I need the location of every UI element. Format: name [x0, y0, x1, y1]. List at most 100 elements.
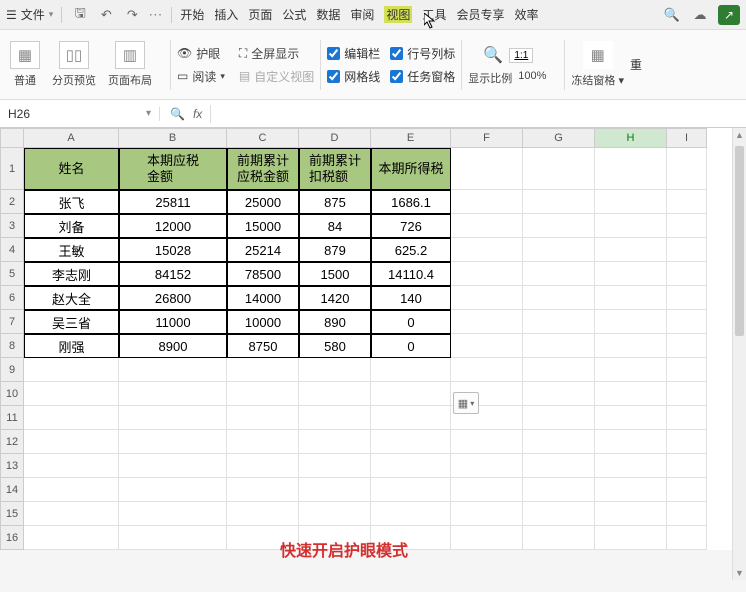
cell[interactable]: 726 — [371, 214, 451, 238]
checkbox[interactable] — [390, 47, 403, 60]
cell[interactable]: 12000 — [119, 214, 227, 238]
row-header[interactable]: 11 — [0, 406, 24, 430]
column-header[interactable]: B — [119, 128, 227, 148]
scroll-up-icon[interactable]: ▲ — [733, 128, 746, 142]
column-header[interactable]: H — [595, 128, 667, 148]
cell[interactable] — [667, 502, 707, 526]
cell[interactable] — [371, 502, 451, 526]
checkbox[interactable] — [327, 70, 340, 83]
row-header[interactable]: 6 — [0, 286, 24, 310]
cell[interactable] — [667, 358, 707, 382]
undo-icon[interactable]: ↶ — [96, 5, 116, 25]
checkbox[interactable] — [390, 70, 403, 83]
search-icon[interactable]: 🔍 — [662, 5, 682, 25]
cell[interactable] — [595, 526, 667, 550]
cell[interactable]: 前期累计 应税金额 — [227, 148, 299, 190]
cell[interactable]: 26800 — [119, 286, 227, 310]
cell[interactable] — [523, 502, 595, 526]
row-header[interactable]: 7 — [0, 310, 24, 334]
cell[interactable] — [523, 358, 595, 382]
cell[interactable] — [523, 478, 595, 502]
column-header[interactable]: G — [523, 128, 595, 148]
cell[interactable] — [667, 454, 707, 478]
checkbox[interactable] — [327, 47, 340, 60]
cell[interactable]: 84 — [299, 214, 371, 238]
cell[interactable] — [595, 190, 667, 214]
row-header[interactable]: 3 — [0, 214, 24, 238]
cell[interactable] — [595, 502, 667, 526]
cell[interactable] — [119, 430, 227, 454]
cell[interactable] — [299, 430, 371, 454]
cell[interactable] — [451, 454, 523, 478]
menu-item[interactable]: 插入 — [214, 6, 238, 23]
cell[interactable] — [227, 478, 299, 502]
cell[interactable] — [523, 406, 595, 430]
cell[interactable] — [667, 430, 707, 454]
row-header[interactable]: 5 — [0, 262, 24, 286]
column-header[interactable]: A — [24, 128, 119, 148]
cell[interactable] — [523, 286, 595, 310]
cell[interactable] — [299, 478, 371, 502]
row-header[interactable]: 4 — [0, 238, 24, 262]
cell[interactable] — [24, 526, 119, 550]
cell[interactable] — [119, 382, 227, 406]
cell[interactable] — [523, 214, 595, 238]
cell[interactable] — [24, 454, 119, 478]
view-page-preview[interactable]: ▯▯ 分页预览 — [52, 41, 96, 88]
cell[interactable]: 875 — [299, 190, 371, 214]
menu-item[interactable]: 数据 — [316, 6, 340, 23]
row-header[interactable]: 13 — [0, 454, 24, 478]
row-header[interactable]: 8 — [0, 334, 24, 358]
cell[interactable]: 580 — [299, 334, 371, 358]
cell[interactable] — [451, 526, 523, 550]
cell[interactable] — [451, 286, 523, 310]
custom-view-button[interactable]: ▤ 自定义视图 — [239, 68, 314, 85]
vertical-scrollbar[interactable]: ▲ ▼ — [732, 128, 746, 580]
check-task-pane[interactable]: 任务窗格 — [390, 68, 455, 85]
cell[interactable]: 890 — [299, 310, 371, 334]
cell[interactable] — [227, 382, 299, 406]
cell[interactable]: 25214 — [227, 238, 299, 262]
fullscreen-button[interactable]: ⛶ 全屏显示 — [239, 45, 314, 62]
cell[interactable] — [371, 358, 451, 382]
cell[interactable] — [595, 478, 667, 502]
cell[interactable] — [227, 406, 299, 430]
cell[interactable] — [299, 358, 371, 382]
cell[interactable] — [523, 148, 595, 190]
cell[interactable] — [523, 310, 595, 334]
cell[interactable]: 李志刚 — [24, 262, 119, 286]
row-header[interactable]: 9 — [0, 358, 24, 382]
column-header[interactable]: I — [667, 128, 707, 148]
cell[interactable]: 前期累计 扣税额 — [299, 148, 371, 190]
cell[interactable] — [523, 382, 595, 406]
row-header[interactable]: 14 — [0, 478, 24, 502]
check-gridlines[interactable]: 网格线 — [327, 68, 380, 85]
cell[interactable] — [227, 502, 299, 526]
cell[interactable]: 8900 — [119, 334, 227, 358]
cell[interactable] — [595, 286, 667, 310]
menu-item[interactable]: 工具 — [422, 6, 446, 23]
cell[interactable] — [24, 382, 119, 406]
column-header[interactable]: C — [227, 128, 299, 148]
cell[interactable] — [299, 454, 371, 478]
cell[interactable] — [523, 454, 595, 478]
cell[interactable] — [667, 382, 707, 406]
cell[interactable] — [667, 406, 707, 430]
menu-item[interactable]: 页面 — [248, 6, 272, 23]
select-all-corner[interactable] — [0, 128, 24, 148]
cell[interactable] — [523, 526, 595, 550]
cell[interactable]: 本期应税 金额 — [119, 148, 227, 190]
cell[interactable]: 本期所得税 — [371, 148, 451, 190]
read-mode-button[interactable]: ▭ 阅读 ▾ — [177, 68, 225, 85]
cell[interactable] — [299, 502, 371, 526]
menu-item[interactable]: 公式 — [282, 6, 306, 23]
cell[interactable] — [667, 310, 707, 334]
row-header[interactable]: 12 — [0, 430, 24, 454]
formula-input[interactable] — [210, 105, 610, 123]
cell[interactable] — [371, 454, 451, 478]
cell[interactable] — [119, 358, 227, 382]
file-menu[interactable]: ☰ 文件 ▾ — [6, 6, 53, 23]
cell[interactable] — [667, 526, 707, 550]
cell[interactable]: 140 — [371, 286, 451, 310]
cell[interactable]: 0 — [371, 310, 451, 334]
